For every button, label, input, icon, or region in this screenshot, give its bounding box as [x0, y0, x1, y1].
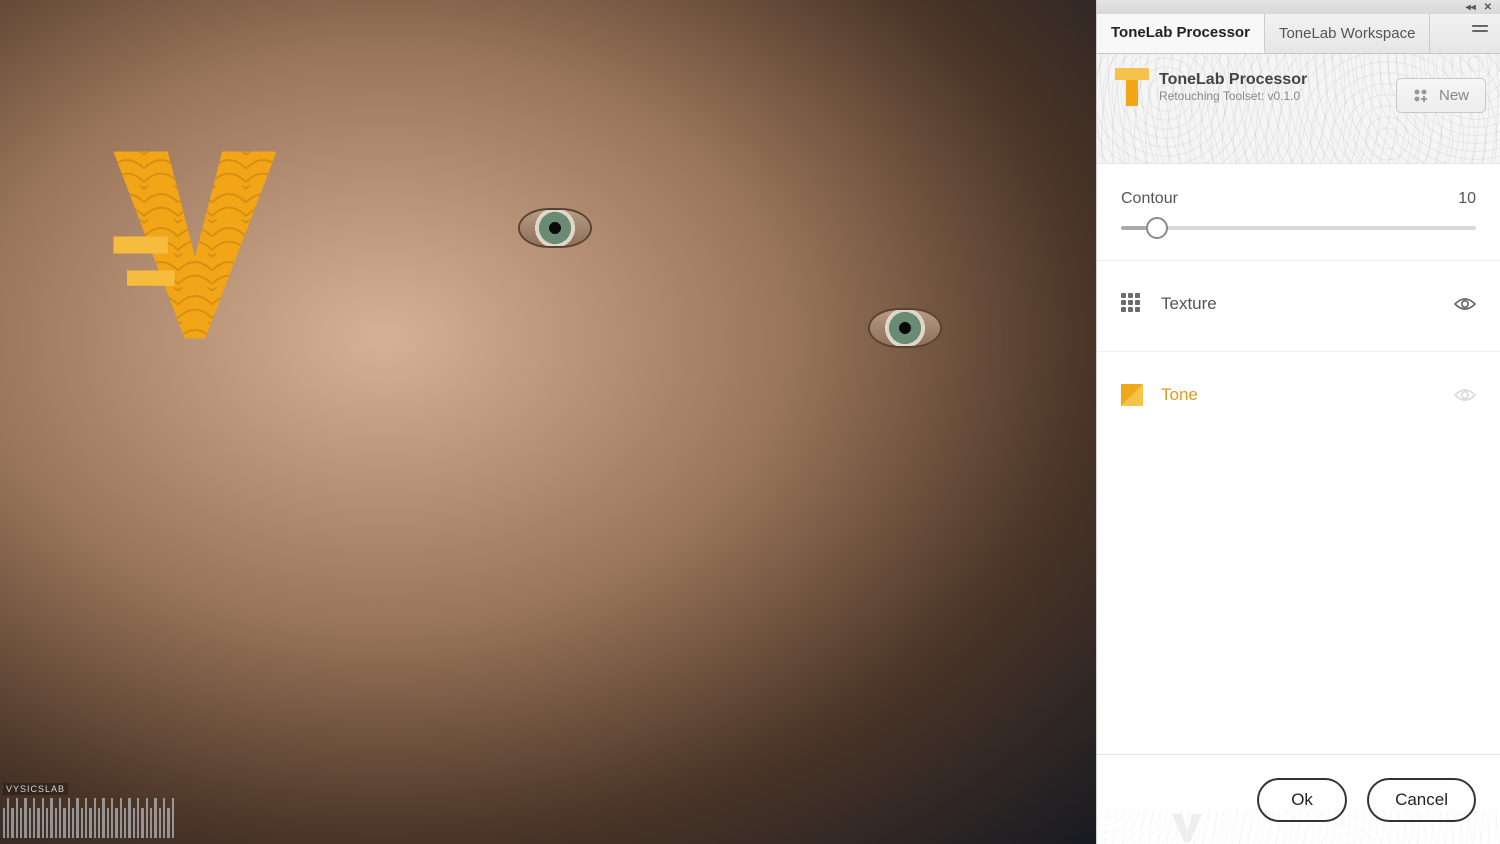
contour-section: Contour 10: [1097, 164, 1500, 261]
new-plus-icon: [1413, 88, 1429, 104]
tone-section: Tone: [1097, 352, 1500, 442]
new-button-label: New: [1439, 87, 1469, 104]
tone-label: Tone: [1161, 385, 1198, 405]
canvas-barcode: VYSICSLAB: [3, 783, 174, 838]
brand-v-logo: [110, 150, 280, 340]
footer-mini-v-icon: [1171, 814, 1203, 842]
contour-value: 10: [1458, 190, 1476, 208]
tab-workspace[interactable]: ToneLab Workspace: [1265, 14, 1430, 53]
product-t-icon: [1115, 68, 1149, 106]
tone-visibility-icon[interactable]: [1454, 387, 1476, 403]
panel-header: ToneLab Processor Retouching Toolset: v0…: [1097, 54, 1500, 164]
texture-section: Texture: [1097, 261, 1500, 352]
close-icon[interactable]: ✕: [1484, 2, 1492, 13]
tab-label: ToneLab Processor: [1111, 24, 1250, 41]
texture-label: Texture: [1161, 294, 1217, 314]
panel-subtitle: Retouching Toolset: v0.1.0: [1159, 89, 1307, 103]
image-canvas[interactable]: VYSICSLAB: [0, 0, 1096, 844]
contour-slider-handle[interactable]: [1146, 217, 1168, 239]
subject-eye-left: [520, 210, 590, 246]
tone-swatch-icon: [1121, 384, 1143, 406]
ok-label: Ok: [1291, 790, 1313, 809]
ok-button[interactable]: Ok: [1257, 778, 1347, 822]
cancel-label: Cancel: [1395, 790, 1448, 809]
panel-titlebar: ◂◂ ✕: [1097, 0, 1500, 14]
barcode-label: VYSICSLAB: [3, 783, 68, 795]
texture-grid-icon: [1121, 293, 1143, 315]
panel-footer: Ok Cancel: [1097, 754, 1500, 844]
side-panel: ◂◂ ✕ ToneLab Processor ToneLab Workspace…: [1096, 0, 1500, 844]
contour-slider[interactable]: [1121, 226, 1476, 230]
collapse-icon[interactable]: ◂◂: [1466, 2, 1476, 13]
subject-eye-right: [870, 310, 940, 346]
panel-menu-icon[interactable]: [1472, 25, 1490, 43]
tab-label: ToneLab Workspace: [1279, 25, 1415, 42]
contour-label: Contour: [1121, 190, 1178, 208]
cancel-button[interactable]: Cancel: [1367, 778, 1476, 822]
tab-bar: ToneLab Processor ToneLab Workspace: [1097, 14, 1500, 54]
app-root: VYSICSLAB ◂◂ ✕ ToneLab Processor ToneLab…: [0, 0, 1500, 844]
new-button[interactable]: New: [1396, 78, 1486, 113]
layer-texture[interactable]: Texture: [1121, 287, 1476, 321]
barcode-bars: [3, 798, 174, 838]
layer-tone[interactable]: Tone: [1121, 378, 1476, 412]
panel-title: ToneLab Processor: [1159, 71, 1307, 89]
panel-body: Contour 10 Texture Tone: [1097, 164, 1500, 754]
texture-visibility-icon[interactable]: [1454, 296, 1476, 312]
tab-processor[interactable]: ToneLab Processor: [1097, 14, 1265, 53]
